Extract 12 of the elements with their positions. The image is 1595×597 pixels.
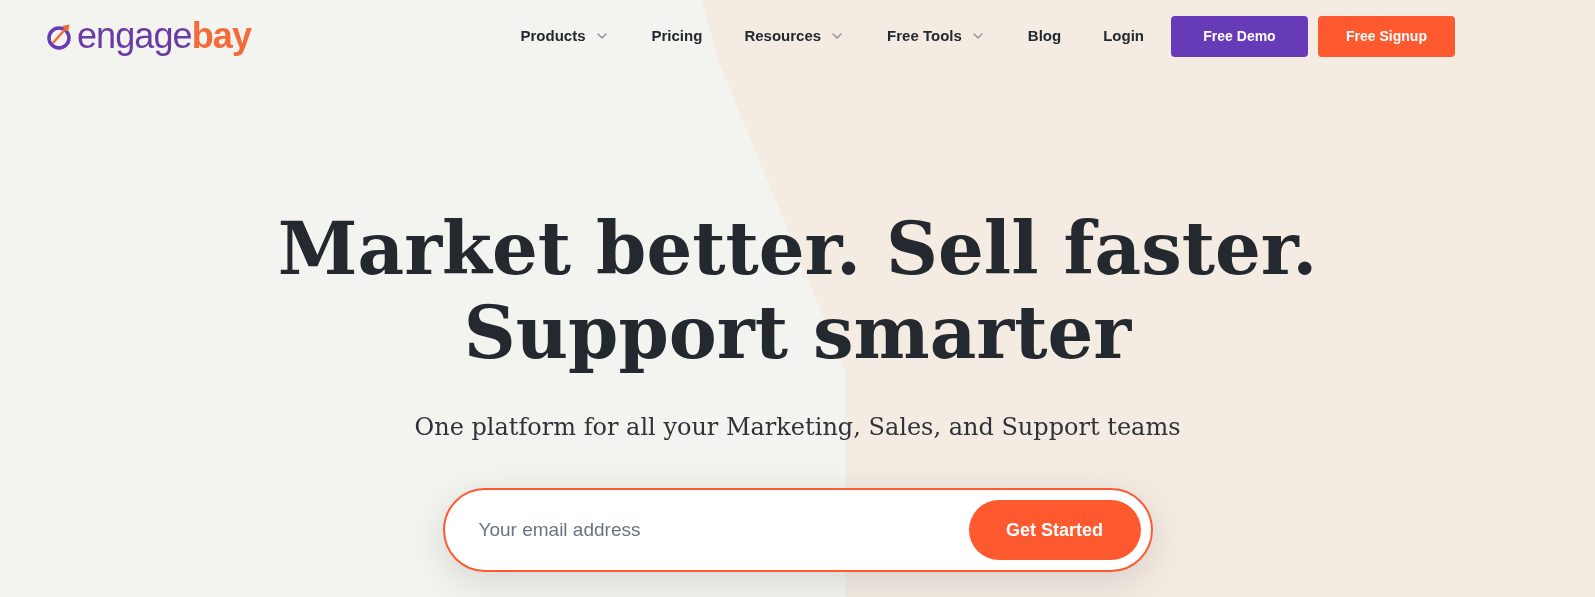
nav-link[interactable]: Login	[1082, 24, 1165, 48]
subtitle: One platform for all your Marketing, Sales, and Support teams	[414, 412, 1181, 443]
nav-link[interactable]: Products	[499, 24, 631, 48]
headline: Support smarter	[463, 291, 1132, 375]
cta-button[interactable]: Free Demo	[1171, 15, 1308, 57]
logo-text[interactable]: engagebay	[77, 18, 252, 54]
nav-link[interactable]: Pricing	[630, 24, 724, 48]
nav-link[interactable]: Resources	[723, 24, 867, 48]
headline: Market better. Sell faster.	[277, 207, 1318, 291]
email-field[interactable]: Your email address	[478, 515, 969, 545]
nav-link[interactable]: Blog	[1006, 24, 1083, 48]
nav-link[interactable]: Free Tools	[866, 24, 1007, 48]
